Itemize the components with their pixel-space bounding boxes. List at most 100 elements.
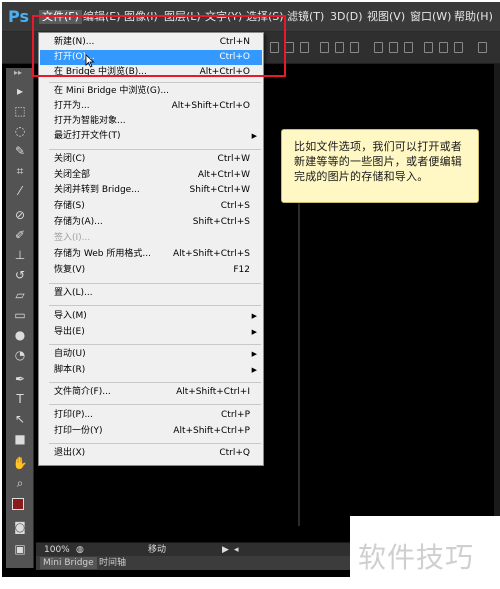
path-select-icon[interactable]: ↖ — [10, 410, 30, 428]
submenu-arrow-icon: ▶ — [251, 366, 257, 374]
menu-item-place[interactable]: 置入(L)... — [40, 286, 262, 301]
menu-separator — [49, 82, 261, 83]
photoshop-window: Ps 文件(F) 编辑(E) 图像(I) 图层(L) 文字(Y) 选择(S) 滤… — [2, 2, 500, 577]
distribute-left-icon[interactable] — [424, 42, 433, 53]
type-tool-icon[interactable]: T — [10, 390, 30, 408]
tools-panel: ▸▸ ▸ ⬚ ◌ ✎ ⌗ ⁄ ⊘ ✐ ⊥ ↺ ▱ ▭ ● ◔ ✒ T ↖ ■ ✋… — [6, 68, 34, 568]
distribute-top-icon[interactable] — [374, 42, 383, 53]
foreground-color-swatch[interactable] — [12, 498, 24, 510]
scroll-left-icon[interactable]: ◂ — [234, 543, 239, 557]
distribute-hcenter-icon[interactable] — [439, 42, 448, 53]
healing-brush-icon[interactable]: ⊘ — [10, 206, 30, 224]
note-text: 比如文件选项，我们可以打开或者新建等等的一些图片，或者便编辑完成的图片的存储和导… — [294, 140, 462, 183]
menu-item-recent-files[interactable]: 最近打开文件(T) ▶ — [40, 129, 262, 144]
menu-item-close[interactable]: 关闭(C) Ctrl+W — [40, 152, 262, 167]
submenu-arrow-icon: ▶ — [251, 350, 257, 358]
move-tool-icon[interactable]: ▸ — [10, 82, 30, 100]
file-menu-dropdown: 新建(N)... Ctrl+N 打开(O)... Ctrl+O 在 Bridge 中… — [38, 32, 264, 466]
align-top-icon[interactable] — [270, 42, 279, 53]
pen-tool-icon[interactable]: ✒ — [10, 370, 30, 388]
distribute-bottom-icon[interactable] — [404, 42, 413, 53]
menu-separator — [49, 382, 261, 383]
menu-separator — [49, 404, 261, 405]
right-panel-strip — [494, 64, 500, 542]
menu-separator — [49, 443, 261, 444]
menu-separator — [49, 149, 261, 150]
status-arrow-icon[interactable]: ▶ — [222, 543, 229, 557]
mouse-cursor-icon — [85, 54, 95, 68]
tab-mini-bridge[interactable]: Mini Bridge — [40, 557, 97, 569]
shape-tool-icon[interactable]: ■ — [10, 430, 30, 448]
menu-item-open-smart-object[interactable]: 打开为智能对象... — [40, 114, 262, 129]
menu-bar: Ps 文件(F) 编辑(E) 图像(I) 图层(L) 文字(Y) 选择(S) 滤… — [2, 2, 500, 32]
align-bottom-icon[interactable] — [300, 42, 309, 53]
menu-3d[interactable]: 3D(D) — [330, 10, 363, 24]
menu-filter[interactable]: 滤镜(T) — [287, 10, 324, 24]
document-edge — [298, 146, 300, 526]
quick-mask-icon[interactable]: ◙ — [10, 518, 30, 536]
hand-tool-icon[interactable]: ✋ — [10, 454, 30, 472]
brush-tool-icon[interactable]: ✐ — [10, 226, 30, 244]
marquee-tool-icon[interactable]: ⬚ — [10, 102, 30, 120]
lasso-tool-icon[interactable]: ◌ — [10, 122, 30, 140]
menu-item-import[interactable]: 导入(M) ▶ — [40, 309, 262, 324]
menu-help[interactable]: 帮助(H) — [454, 10, 493, 24]
menu-item-print-one-copy[interactable]: 打印一份(Y) Alt+Shift+Ctrl+P — [40, 424, 262, 439]
dodge-tool-icon[interactable]: ◔ — [10, 346, 30, 364]
menu-item-open-as[interactable]: 打开为... Alt+Shift+Ctrl+O — [40, 99, 262, 114]
menu-separator — [49, 283, 261, 284]
menu-item-file-info[interactable]: 文件简介(F)... Alt+Shift+Ctrl+I — [40, 385, 262, 400]
menu-item-print[interactable]: 打印(P)... Ctrl+P — [40, 408, 262, 423]
menu-type[interactable]: 文字(Y) — [205, 10, 242, 24]
align-right-icon[interactable] — [350, 42, 359, 53]
menu-select[interactable]: 选择(S) — [246, 10, 284, 24]
quick-select-tool-icon[interactable]: ✎ — [10, 142, 30, 160]
screen-mode-icon[interactable]: ▣ — [10, 540, 30, 558]
eraser-tool-icon[interactable]: ▱ — [10, 286, 30, 304]
menu-item-scripts[interactable]: 脚本(R) ▶ — [40, 363, 262, 378]
zoom-level[interactable]: 100% — [44, 543, 70, 557]
menu-item-close-go-bridge[interactable]: 关闭并转到 Bridge... Shift+Ctrl+W — [40, 183, 262, 198]
menu-separator — [49, 305, 261, 306]
menu-view[interactable]: 视图(V) — [367, 10, 405, 24]
menu-item-save-for-web[interactable]: 存储为 Web 所用格式... Alt+Shift+Ctrl+S — [40, 247, 262, 262]
eyedropper-tool-icon[interactable]: ⁄ — [10, 182, 30, 200]
menu-edit[interactable]: 编辑(E) — [83, 10, 121, 24]
doc-info-icon[interactable]: ◍ — [76, 543, 84, 557]
annotation-note: 比如文件选项，我们可以打开或者新建等等的一些图片，或者便编辑完成的图片的存储和导… — [281, 129, 479, 203]
menu-item-revert[interactable]: 恢复(V) F12 — [40, 263, 262, 278]
menu-item-export[interactable]: 导出(E) ▶ — [40, 325, 262, 340]
menu-item-save-as[interactable]: 存储为(A)... Shift+Ctrl+S — [40, 215, 262, 230]
menu-image[interactable]: 图像(I) — [124, 10, 158, 24]
menu-item-save[interactable]: 存储(S) Ctrl+S — [40, 199, 262, 214]
submenu-arrow-icon: ▶ — [251, 328, 257, 336]
align-hcenter-icon[interactable] — [335, 42, 344, 53]
align-vcenter-icon[interactable] — [285, 42, 294, 53]
menu-item-close-all[interactable]: 关闭全部 Alt+Ctrl+W — [40, 168, 262, 183]
watermark: 软件技巧 — [350, 516, 500, 589]
menu-item-new[interactable]: 新建(N)... Ctrl+N — [40, 35, 262, 50]
menu-item-open[interactable]: 打开(O)... Ctrl+O — [40, 50, 262, 65]
tab-timeline[interactable]: 时间轴 — [96, 557, 129, 569]
menu-item-check-in: 签入(I)... — [54, 233, 91, 243]
crop-tool-icon[interactable]: ⌗ — [10, 162, 30, 180]
history-brush-icon[interactable]: ↺ — [10, 266, 30, 284]
collapse-icon[interactable]: ▸▸ — [14, 68, 22, 77]
submenu-arrow-icon: ▶ — [251, 132, 257, 140]
blur-tool-icon[interactable]: ● — [10, 326, 30, 344]
menu-item-browse-mini-bridge[interactable]: 在 Mini Bridge 中浏览(G)... — [40, 84, 262, 99]
distribute-vcenter-icon[interactable] — [389, 42, 398, 53]
auto-align-icon[interactable] — [478, 42, 487, 53]
distribute-right-icon[interactable] — [454, 42, 463, 53]
menu-item-exit[interactable]: 退出(X) Ctrl+Q — [40, 446, 262, 461]
submenu-arrow-icon: ▶ — [251, 312, 257, 320]
gradient-tool-icon[interactable]: ▭ — [10, 306, 30, 324]
menu-window[interactable]: 窗口(W) — [410, 10, 451, 24]
align-left-icon[interactable] — [320, 42, 329, 53]
menu-item-browse-bridge[interactable]: 在 Bridge 中浏览(B)... Alt+Ctrl+O — [40, 65, 262, 80]
menu-item-automate[interactable]: 自动(U) ▶ — [40, 347, 262, 362]
menu-file[interactable]: 文件(F) — [39, 10, 82, 24]
menu-layer[interactable]: 图层(L) — [164, 10, 201, 24]
clone-stamp-icon[interactable]: ⊥ — [10, 246, 30, 264]
zoom-tool-icon[interactable]: ⌕ — [10, 474, 30, 492]
